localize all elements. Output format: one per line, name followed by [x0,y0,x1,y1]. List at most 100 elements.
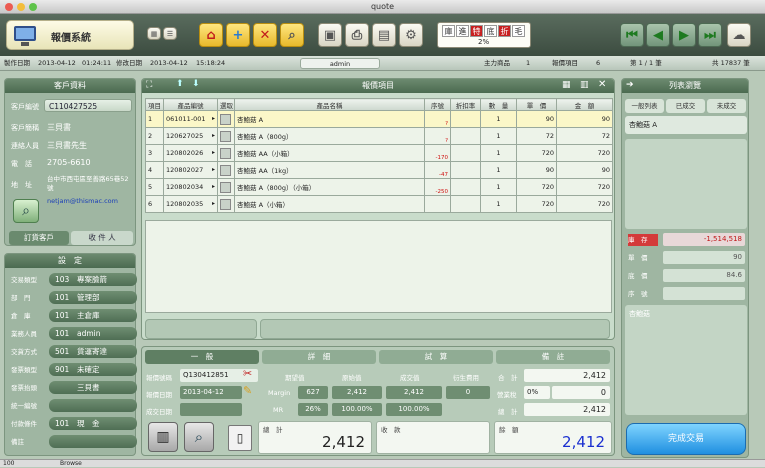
add-icon[interactable]: + [226,23,250,47]
discount-cell[interactable] [450,161,481,179]
last-record-icon[interactable]: ⏭ [698,23,722,47]
zoom-window-button[interactable] [29,3,37,11]
product-name[interactable]: 杏鮑菇 A（小箱） [234,195,425,213]
serial-cell[interactable] [424,195,451,213]
serial-cell[interactable]: -170 [424,144,451,162]
list-selected-item[interactable]: 杏鮑菇 A [625,116,747,134]
column-header[interactable]: 序號 [424,98,451,111]
select-checkbox[interactable] [220,181,231,193]
table-row[interactable]: 3 120802026 ▸ 杏鮑菇 AA（小箱） -170 1 720 720 [145,144,613,162]
home-icon[interactable]: ⌂ [199,23,223,47]
list-view-icon[interactable]: ☰ [163,27,177,40]
scissors-icon[interactable]: ✂ [243,367,252,380]
product-code[interactable]: 120802027 ▸ [163,161,218,179]
quote-date[interactable]: 2013-04-12 [180,386,242,399]
clear-icon[interactable]: ✕ [598,79,606,90]
trade-tag[interactable]: 進 [456,25,469,37]
column-header[interactable]: 項目 [145,98,164,111]
customer-id-field[interactable]: C110427525 [44,99,132,112]
note-field-2[interactable] [260,319,610,339]
setting-value[interactable]: 101 主倉庫 [49,309,137,322]
quantity-cell[interactable]: 1 [480,110,517,128]
tab-receiver[interactable]: 收 件 人 [71,231,133,245]
quantity-cell[interactable]: 1 [480,127,517,145]
trade-tag[interactable]: 庫 [442,25,455,37]
setting-value[interactable]: 101 現 金 [49,417,137,430]
column-header[interactable]: 產品名稱 [234,98,425,111]
product-name[interactable]: 杏鮑菇 A（800g） [234,127,425,145]
cloud-icon[interactable]: ☁ [727,23,751,47]
arrow-icon[interactable]: ▸ [212,166,215,173]
product-code[interactable]: 061011-001 ▸ [163,110,218,128]
detail-tab[interactable]: 一 般 [145,350,259,364]
chart-icon[interactable]: ▥ [580,80,589,90]
detail-tab[interactable]: 詳 細 [262,350,376,364]
deal-date[interactable] [180,403,242,416]
product-code[interactable]: 120802035 ▸ [163,195,218,213]
barcode-icon[interactable]: ▥ [148,422,178,452]
setting-value[interactable] [49,399,137,412]
detail-tab[interactable]: 試 算 [379,350,493,364]
tax-rate[interactable]: 0% [524,386,550,399]
column-header[interactable]: 折扣率 [450,98,481,111]
discount-cell[interactable] [450,144,481,162]
product-name[interactable]: 杏鮑菇 AA（小箱） [234,144,425,162]
print-icon[interactable]: ⎙ [345,23,369,47]
setting-value[interactable]: 101 管理部 [49,291,137,304]
search-customer-icon[interactable]: ⌕ [13,199,39,223]
serial-cell[interactable]: -47 [424,161,451,179]
serial-cell[interactable]: -250 [424,178,451,196]
list-tab[interactable]: 未成交 [707,99,746,113]
discount-cell[interactable] [450,127,481,145]
search-icon[interactable]: ⌕ [280,23,304,47]
email[interactable]: netjam@thismac.com [47,197,118,205]
select-cell[interactable] [217,144,235,162]
minimize-window-button[interactable] [17,3,25,11]
table-row[interactable]: 1 061011-001 ▸ 杏鮑菇 A? 1 90 90 [145,110,613,128]
discount-cell[interactable] [450,195,481,213]
complete-deal-button[interactable]: 完成交易 [626,423,746,455]
arrow-icon[interactable]: ▸ [212,132,215,139]
select-cell[interactable] [217,161,235,179]
price-cell[interactable]: 90 [516,161,557,179]
select-cell[interactable] [217,110,235,128]
serial-cell[interactable]: ? [424,127,451,145]
select-checkbox[interactable] [220,113,231,125]
column-header[interactable]: 數 量 [480,98,517,111]
note-field-1[interactable] [145,319,257,339]
select-checkbox[interactable] [220,130,231,142]
discount-cell[interactable] [450,178,481,196]
price-cell[interactable]: 90 [516,110,557,128]
product-name[interactable]: 杏鮑菇 AA（1kg） [234,161,425,179]
move-up-icon[interactable]: ⬆ [176,79,184,89]
table-icon[interactable]: ▦ [562,80,571,90]
trade-tag[interactable]: 特 [470,25,483,37]
setting-value[interactable]: 501 貨運寄達 [49,345,137,358]
discount-cell[interactable] [450,110,481,128]
arrow-icon[interactable]: ▸ [212,149,215,156]
column-header[interactable]: 金 額 [556,98,613,111]
arrow-icon[interactable]: ▸ [212,115,215,122]
table-row[interactable]: 6 120802035 ▸ 杏鮑菇 A（小箱） 1 720 720 [145,195,613,213]
arrow-icon[interactable]: ▸ [212,200,215,207]
magnifier-icon[interactable]: ⌕ [184,422,214,452]
pencil-icon[interactable]: ✎ [243,384,252,397]
setting-value[interactable]: 101 admin [49,327,137,340]
column-header[interactable]: 選取 [217,98,235,111]
product-name[interactable]: 杏鮑菇 A（800g）（小箱） [234,178,425,196]
quantity-cell[interactable]: 1 [480,144,517,162]
move-down-icon[interactable]: ⬇ [192,79,200,89]
phone-icon[interactable]: ▯ [228,425,252,451]
list-tab[interactable]: 一般列表 [625,99,664,113]
quantity-cell[interactable]: 1 [480,178,517,196]
setting-value[interactable]: 三貝書 [49,381,137,394]
select-checkbox[interactable] [220,164,231,176]
setting-value[interactable] [49,435,137,448]
next-record-icon[interactable]: ▶ [672,23,696,47]
expand-icon[interactable]: ⛶ [146,80,152,90]
address[interactable]: 台中市西屯區至善路65巷52號 [47,175,133,193]
product-name[interactable]: 杏鮑菇 A [234,110,425,128]
select-checkbox[interactable] [220,147,231,159]
select-cell[interactable] [217,178,235,196]
serial-cell[interactable]: ? [424,110,451,128]
